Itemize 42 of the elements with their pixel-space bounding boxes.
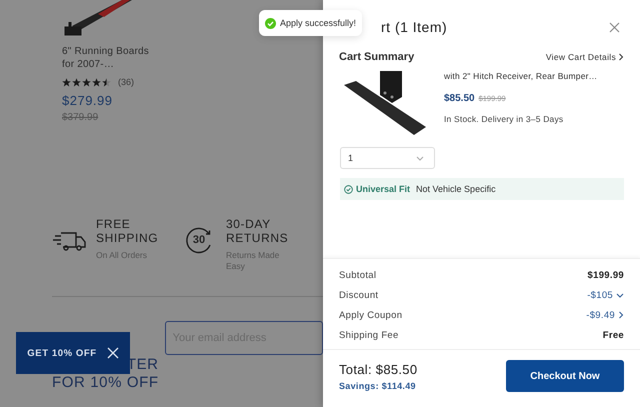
summary-value: $199.99 — [588, 270, 624, 280]
summary-value[interactable]: -$105 — [587, 290, 624, 300]
checkout-button[interactable]: Checkout Now — [506, 360, 624, 392]
feature-title: 30-DAY RETURNS — [226, 217, 290, 245]
star-icon — [92, 78, 101, 86]
summary-label: Discount — [339, 290, 378, 300]
fit-label: Universal Fit — [356, 184, 410, 194]
quantity-select[interactable]: 1 — [340, 147, 435, 169]
star-icon — [102, 78, 111, 86]
check-circle-icon — [344, 184, 353, 194]
product-title[interactable]: 6" Running Boards for 2007-… — [62, 45, 162, 71]
summary-label: Shipping Fee — [339, 330, 399, 340]
product-price: $279.99 — [62, 93, 114, 108]
order-total: Total: $85.50 — [339, 362, 418, 376]
chevron-down-icon — [416, 156, 424, 160]
fit-note: Not Vehicle Specific — [416, 184, 496, 194]
star-icon — [72, 78, 81, 86]
check-circle-icon — [265, 18, 276, 28]
chevron-right-icon — [618, 53, 624, 61]
summary-label: Apply Coupon — [339, 310, 402, 320]
star-icon — [62, 78, 71, 86]
section-title: Cart Summary — [339, 51, 414, 63]
savings-amount: Savings: $114.49 — [339, 380, 417, 390]
star-icon — [82, 78, 91, 86]
review-count: (36) — [118, 77, 134, 87]
chevron-down-icon — [616, 292, 624, 298]
chevron-right-icon — [618, 311, 624, 319]
feature-subtitle: Returns Made Easy — [226, 250, 280, 272]
item-price: $85.50 — [444, 93, 475, 104]
discount-button[interactable]: GET 10% OFF — [16, 332, 130, 374]
cart-title: rt (1 Item) — [381, 19, 448, 35]
newsletter-heading: FOR 10% OFF — [52, 374, 159, 392]
summary-value: Free — [602, 330, 624, 340]
item-name[interactable]: with 2" Hitch Receiver, Rear Bumper… — [444, 71, 598, 82]
feature-title: FREE SHIPPING — [96, 217, 160, 245]
original-price: $379.99 — [62, 112, 100, 123]
success-toast: Apply successfully! — [259, 10, 362, 36]
summary-value[interactable]: -$9.49 — [586, 310, 624, 320]
summary-label: Subtotal — [339, 270, 376, 280]
feature-subtitle: On All Orders — [96, 250, 148, 261]
stock-status: In Stock. Delivery in 3–5 Days — [444, 114, 564, 124]
view-cart-link[interactable]: View Cart Details — [546, 52, 624, 62]
